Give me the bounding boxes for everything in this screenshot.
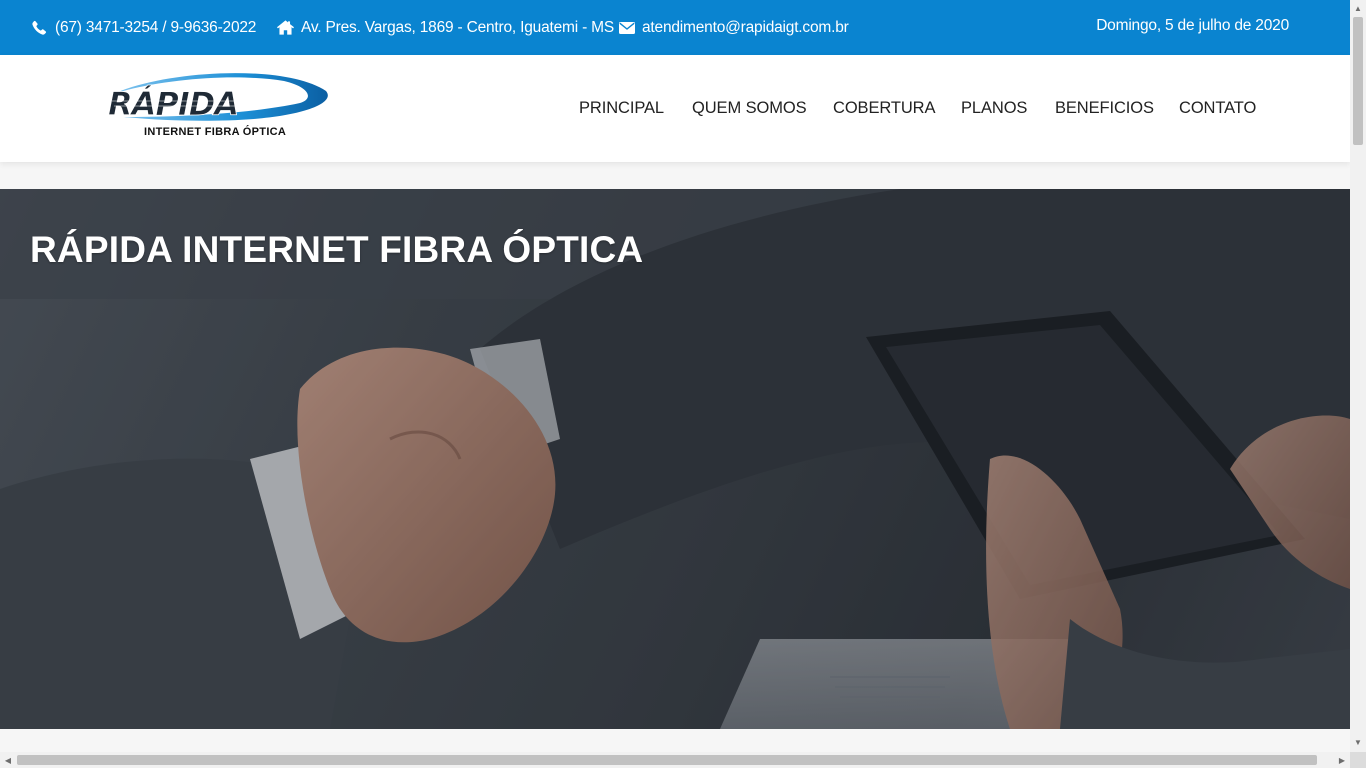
envelope-icon <box>618 19 635 36</box>
home-icon <box>277 19 294 36</box>
email-contact[interactable]: atendimento@rapidaigt.com.br <box>618 0 849 55</box>
nav-item-principal[interactable]: PRINCIPAL <box>579 55 664 162</box>
hero-title: RÁPIDA INTERNET FIBRA ÓPTICA <box>30 229 644 270</box>
nav-item-planos[interactable]: PLANOS <box>961 55 1027 162</box>
site-header: RÁPIDA INTERNET FIBRA ÓPTICA PRINCIPAL Q… <box>0 55 1350 162</box>
address-text: Av. Pres. Vargas, 1869 - Centro, Iguatem… <box>301 18 614 36</box>
horizontal-scrollbar[interactable]: ◀ ▶ <box>0 752 1350 768</box>
horizontal-scroll-thumb[interactable] <box>17 755 1317 765</box>
nav-item-cobertura[interactable]: COBERTURA <box>833 55 936 162</box>
nav-item-contato[interactable]: CONTATO <box>1179 55 1256 162</box>
nav-item-quem-somos[interactable]: QUEM SOMOS <box>692 55 807 162</box>
top-contact-bar: (67) 3471-3254 / 9-9636-2022 Av. Pres. V… <box>0 0 1350 55</box>
scroll-down-icon[interactable]: ▼ <box>1350 734 1366 750</box>
email-text: atendimento@rapidaigt.com.br <box>642 18 849 36</box>
phone-contact[interactable]: (67) 3471-3254 / 9-9636-2022 <box>31 0 256 55</box>
current-date: Domingo, 5 de julho de 2020 <box>1096 17 1289 34</box>
phone-text: (67) 3471-3254 / 9-9636-2022 <box>55 18 257 36</box>
nav-item-beneficios[interactable]: BENEFICIOS <box>1055 55 1154 162</box>
vertical-scroll-thumb[interactable] <box>1353 17 1363 145</box>
scrollbar-corner <box>1350 752 1366 768</box>
phone-icon <box>31 19 48 36</box>
scroll-up-icon[interactable]: ▲ <box>1350 0 1366 16</box>
scroll-left-icon[interactable]: ◀ <box>0 752 16 768</box>
vertical-scrollbar[interactable]: ▲ ▼ <box>1350 0 1366 768</box>
address-contact: Av. Pres. Vargas, 1869 - Centro, Iguatem… <box>277 0 614 55</box>
hero-banner: RÁPIDA INTERNET FIBRA ÓPTICA <box>0 189 1350 729</box>
main-nav: PRINCIPAL QUEM SOMOS COBERTURA PLANOS BE… <box>0 55 1350 162</box>
scroll-right-icon[interactable]: ▶ <box>1334 752 1350 768</box>
